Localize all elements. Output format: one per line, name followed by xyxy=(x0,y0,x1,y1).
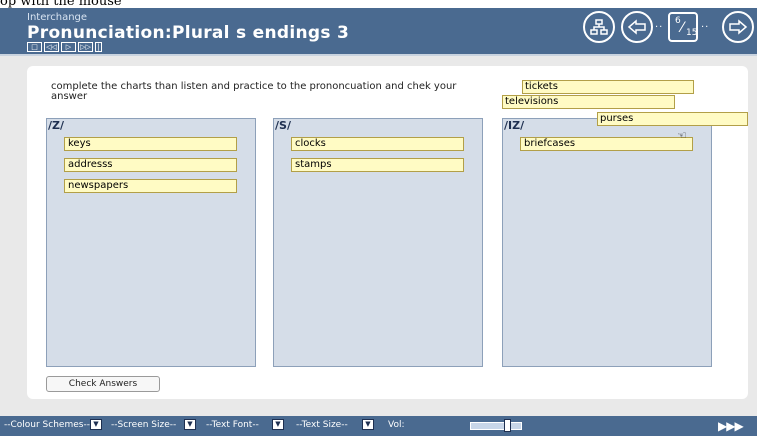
draggable-word-televisions[interactable]: televisions xyxy=(502,95,675,109)
dots-divider-2: ·· xyxy=(701,22,710,33)
check-answers-button[interactable]: Check Answers xyxy=(46,376,160,392)
sitemap-icon[interactable] xyxy=(583,11,615,43)
back-arrow-icon[interactable] xyxy=(621,11,653,43)
screen-size-label: --Screen Size-- xyxy=(111,420,177,430)
play-button[interactable]: ▷ xyxy=(61,42,76,52)
column-iz[interactable]: /IZ/ briefcases xyxy=(502,118,712,367)
column-title-s: /S/ xyxy=(275,119,291,132)
word-slot[interactable]: addresss xyxy=(64,158,237,172)
page-fragment-text: op with the mouse xyxy=(0,0,122,9)
column-s[interactable]: /S/ clocks stamps xyxy=(273,118,483,367)
page-slash: ⁄ xyxy=(681,20,684,36)
forward-arrow-glyph xyxy=(729,19,748,35)
sitemap-icon-glyph xyxy=(590,19,608,35)
volume-slider[interactable] xyxy=(470,422,522,430)
draggable-word-tickets[interactable]: tickets xyxy=(522,80,694,94)
column-z[interactable]: /Z/ keys addresss newspapers xyxy=(46,118,256,367)
column-title-iz: /IZ/ xyxy=(504,119,525,132)
page-counter: 6 ⁄ 15 xyxy=(668,12,698,42)
back-arrow-glyph xyxy=(627,19,646,35)
text-font-label: --Text Font-- xyxy=(206,420,259,430)
colour-schemes-dropdown[interactable]: ▼ xyxy=(90,419,102,430)
word-slot[interactable]: newspapers xyxy=(64,179,237,193)
draggable-word-purses[interactable]: purses xyxy=(597,112,748,126)
hand-cursor-icon: ☜ xyxy=(677,129,687,142)
header-subtitle: Interchange xyxy=(27,12,88,23)
colour-schemes-label: --Colour Schemes-- xyxy=(4,420,90,430)
text-size-dropdown[interactable]: ▼ xyxy=(362,419,374,430)
forward-arrow-icon[interactable] xyxy=(722,11,754,43)
header-divider xyxy=(0,54,757,56)
app-window: Interchange Pronunciation:Plural s endin… xyxy=(0,8,757,436)
rewind-button[interactable]: ◁◁ xyxy=(44,42,59,52)
fast-forward-button[interactable]: ▷▷ xyxy=(78,42,93,52)
word-slot[interactable]: keys xyxy=(64,137,237,151)
instructions-text: complete the charts than listen and prac… xyxy=(51,81,457,102)
text-font-dropdown[interactable]: ▼ xyxy=(272,419,284,430)
volume-slider-thumb[interactable] xyxy=(504,419,511,432)
page-title: Pronunciation:Plural s endings 3 xyxy=(27,23,350,43)
volume-label: Vol: xyxy=(388,420,405,430)
exercise-card: complete the charts than listen and prac… xyxy=(27,66,748,399)
media-controls: □ ◁◁ ▷ ▷▷ | xyxy=(27,42,102,52)
bottom-toolbar: --Colour Schemes-- ▼ --Screen Size-- ▼ -… xyxy=(0,416,757,436)
text-size-label: --Text Size-- xyxy=(296,420,348,430)
page-total: 15 xyxy=(686,28,698,38)
screen-size-dropdown[interactable]: ▼ xyxy=(184,419,196,430)
forward-icon[interactable]: ▶▶▶ xyxy=(718,419,744,433)
dots-divider: ·· xyxy=(655,22,664,33)
end-button[interactable]: | xyxy=(95,42,102,52)
word-slot[interactable]: stamps xyxy=(291,158,464,172)
header-bar: Interchange Pronunciation:Plural s endin… xyxy=(0,8,757,54)
word-slot[interactable]: clocks xyxy=(291,137,464,151)
stop-button[interactable]: □ xyxy=(27,42,42,52)
page-current: 6 xyxy=(675,16,681,26)
word-slot[interactable]: briefcases xyxy=(520,137,693,151)
column-title-z: /Z/ xyxy=(48,119,65,132)
